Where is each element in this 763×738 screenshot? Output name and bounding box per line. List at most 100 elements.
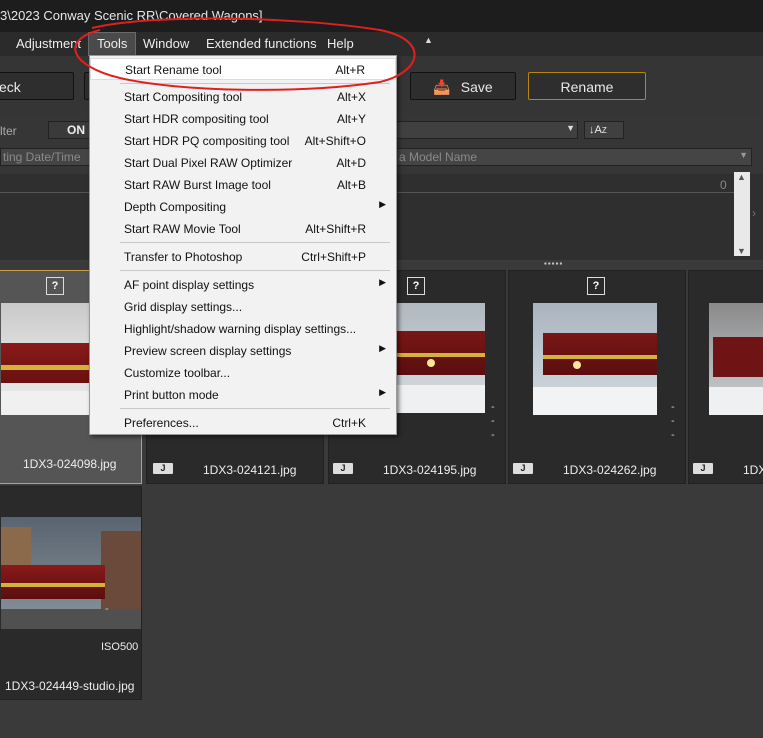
menu-item-label: Start Rename tool xyxy=(125,63,222,77)
info-dash: - xyxy=(671,429,675,441)
scroll-up-icon[interactable]: ▲ xyxy=(737,172,746,182)
menu-item-af-point-display-settings[interactable]: AF point display settings ▶ xyxy=(90,274,396,296)
info-dash: - xyxy=(671,401,675,413)
sort-column-2[interactable]: a Model Name ▼ xyxy=(396,148,752,166)
menu-item-shortcut: Alt+Y xyxy=(336,112,366,126)
menu-item-label: Start RAW Burst Image tool xyxy=(124,178,271,192)
sort-column-1-label: ting Date/Time xyxy=(3,150,81,164)
thumbnail-filename: 1DX3-024262.jpg xyxy=(563,463,657,477)
menu-bar: Adjustment Tools Window Extended functio… xyxy=(0,32,763,56)
check-button-label: eck xyxy=(0,79,21,95)
menu-item-label: Start HDR PQ compositing tool xyxy=(124,134,290,148)
menu-item-label: Print button mode xyxy=(124,388,219,402)
sort-label: A xyxy=(594,124,602,136)
menu-item-depth-compositing[interactable]: Depth Compositing ▶ xyxy=(90,196,396,218)
menu-item-label: Preview screen display settings xyxy=(124,344,292,358)
menu-separator xyxy=(120,83,390,84)
info-dash: - xyxy=(491,429,495,441)
save-icon: 📥 xyxy=(433,79,451,95)
menu-item-label: Highlight/shadow warning display setting… xyxy=(124,322,357,336)
tools-menu: Start Rename tool Alt+R Start Compositing… xyxy=(89,55,397,435)
title-bar: 3\2023 Conway Scenic RR\Covered Wagons] xyxy=(0,0,763,32)
menu-window[interactable]: Window xyxy=(135,32,197,56)
menu-separator xyxy=(120,242,390,243)
chevron-down-icon: ▼ xyxy=(739,150,748,160)
save-button-label: Save xyxy=(460,79,493,95)
iso-label: ISO500 xyxy=(101,641,139,653)
menu-item-label: AF point display settings xyxy=(124,278,255,292)
rename-button-label: Rename xyxy=(560,79,614,95)
splitter-handle-icon[interactable]: ▪▪▪▪▪ xyxy=(544,259,563,268)
menu-item-preview-screen-display-settings[interactable]: Preview screen display settings ▶ xyxy=(90,340,396,362)
menu-item-print-button-mode[interactable]: Print button mode ▶ xyxy=(90,384,396,406)
info-dash: - xyxy=(105,603,109,615)
menu-item-shortcut: Alt+D xyxy=(336,156,366,170)
menu-item-start-dual-pixel-raw-optimizer[interactable]: Start Dual Pixel RAW Optimizer Alt+D xyxy=(90,152,396,174)
menu-item-shortcut: Ctrl+Shift+P xyxy=(301,250,366,264)
info-count: 0 xyxy=(720,178,727,192)
menu-item-label: Grid display settings... xyxy=(124,300,243,314)
menu-item-shortcut: Alt+X xyxy=(336,90,366,104)
menu-item-start-rename-tool[interactable]: Start Rename tool Alt+R xyxy=(90,58,396,80)
rating-unknown-badge: ? xyxy=(46,277,64,295)
menu-item-transfer-to-photoshop[interactable]: Transfer to Photoshop Ctrl+Shift+P xyxy=(90,246,396,268)
thumbnail-filename: 1DX3-024195.jpg xyxy=(383,463,477,477)
menu-item-start-compositing-tool[interactable]: Start Compositing tool Alt+X xyxy=(90,86,396,108)
menu-adjustment[interactable]: Adjustment xyxy=(8,32,89,56)
chevron-right-icon[interactable]: › xyxy=(752,206,756,220)
vertical-scrollbar[interactable]: ▲ ▼ xyxy=(734,172,750,256)
thumbnail-filename: 1DX3-024098.jpg xyxy=(23,457,117,471)
collapse-arrow-icon[interactable]: ▲ xyxy=(424,35,433,45)
info-dash: - xyxy=(671,415,675,427)
thumbnail-cell[interactable]: ? J 1DX xyxy=(688,270,763,484)
jpeg-badge: J xyxy=(153,463,173,474)
menu-item-label: Start HDR compositing tool xyxy=(124,112,269,126)
train-photo xyxy=(533,303,657,415)
menu-extended-functions[interactable]: Extended functions xyxy=(198,32,325,56)
thumbnail-cell[interactable]: ? - - - J 1DX3-024262.jpg xyxy=(508,270,686,484)
info-dash: - xyxy=(491,415,495,427)
menu-item-customize-toolbar[interactable]: Customize toolbar... xyxy=(90,362,396,384)
submenu-arrow-icon: ▶ xyxy=(379,277,386,287)
train-photo xyxy=(709,303,763,415)
menu-item-shortcut: Alt+Shift+R xyxy=(305,222,366,236)
menu-item-start-hdr-pq-compositing-tool[interactable]: Start HDR PQ compositing tool Alt+Shift+O xyxy=(90,130,396,152)
menu-item-shortcut: Alt+R xyxy=(335,63,365,77)
jpeg-badge: J xyxy=(693,463,713,474)
sort-button[interactable]: ↓AZ xyxy=(584,121,624,139)
menu-item-start-hdr-compositing-tool[interactable]: Start HDR compositing tool Alt+Y xyxy=(90,108,396,130)
menu-item-label: Customize toolbar... xyxy=(124,366,231,380)
menu-separator xyxy=(120,408,390,409)
menu-item-shortcut: Ctrl+K xyxy=(332,416,366,430)
menu-item-shortcut: Alt+B xyxy=(336,178,366,192)
rename-button[interactable]: Rename xyxy=(528,72,646,100)
check-button[interactable]: eck xyxy=(0,72,74,100)
menu-separator xyxy=(120,270,390,271)
sort-column-2-label: a Model Name xyxy=(399,150,478,164)
menu-item-label: Transfer to Photoshop xyxy=(124,250,243,264)
menu-tools[interactable]: Tools xyxy=(88,32,137,56)
jpeg-badge: J xyxy=(513,463,533,474)
rating-unknown-badge: ? xyxy=(407,277,425,295)
thumbnail-filename: 1DX3-024449-studio.jpg xyxy=(5,679,135,693)
rating-unknown-badge: ? xyxy=(587,277,605,295)
sort-sub-label: Z xyxy=(601,126,607,135)
filter-dropdown[interactable]: ▼ xyxy=(396,121,578,139)
menu-item-shortcut: Alt+Shift+O xyxy=(304,134,366,148)
save-button[interactable]: 📥 Save xyxy=(410,72,516,100)
menu-item-label: Start Compositing tool xyxy=(124,90,243,104)
submenu-arrow-icon: ▶ xyxy=(379,199,386,209)
window-title: 3\2023 Conway Scenic RR\Covered Wagons] xyxy=(0,8,263,23)
menu-item-start-raw-burst-image-tool[interactable]: Start RAW Burst Image tool Alt+B xyxy=(90,174,396,196)
submenu-arrow-icon: ▶ xyxy=(379,343,386,353)
menu-item-label: Depth Compositing xyxy=(124,200,227,214)
train-photo xyxy=(397,303,485,413)
menu-item-grid-display-settings[interactable]: Grid display settings... xyxy=(90,296,396,318)
thumbnail-cell[interactable]: - ISO500 1DX3-024449-studio.jpg xyxy=(0,486,142,700)
menu-item-preferences[interactable]: Preferences... Ctrl+K xyxy=(90,412,396,434)
info-dash: - xyxy=(491,401,495,413)
menu-item-start-raw-movie-tool[interactable]: Start RAW Movie Tool Alt+Shift+R xyxy=(90,218,396,240)
menu-item-highlight-shadow-warning-settings[interactable]: Highlight/shadow warning display setting… xyxy=(90,318,396,340)
menu-help[interactable]: Help xyxy=(319,32,362,56)
scroll-down-icon[interactable]: ▼ xyxy=(737,246,746,256)
